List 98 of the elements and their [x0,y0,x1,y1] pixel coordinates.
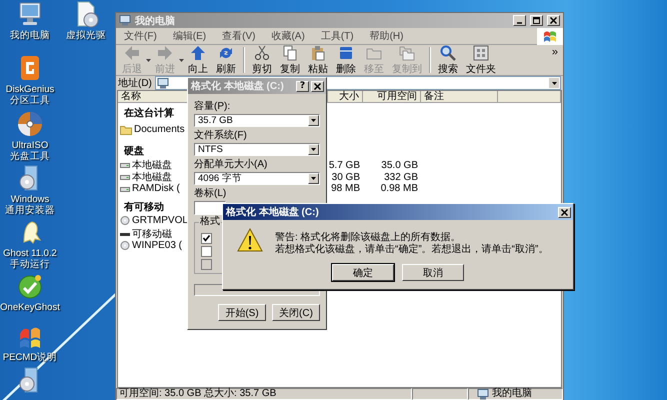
square-icon [338,44,354,60]
free-space-cell-text: 35.0 GB [380,160,419,170]
group-heading: 有可移动 [122,200,164,214]
close-button[interactable] [558,206,571,218]
menu-item[interactable]: 帮助(H) [362,29,412,43]
group-heading: 在这台计算 [122,106,174,120]
close-icon [314,82,321,90]
free-space-cell-text: 332 GB [383,172,419,183]
search-button[interactable]: 搜索 [434,45,462,75]
clipboard-icon [310,44,326,60]
field-label: 容量(P): [194,100,232,114]
size-cell-text: 98 MB [330,183,361,194]
field-label: 卷标(L) [194,187,228,201]
shortcut-label: UltraISO 光盘工具 [10,140,50,162]
drive-icon [120,173,130,182]
field-label: 分配单元大小(A) [194,158,268,172]
drive-icon [120,184,130,193]
dialog-title: 格式化 本地磁盘 (C:) [191,80,284,93]
size-cell-text: 30 GB [330,172,361,183]
item-name[interactable]: GRTMPVOL [132,214,188,226]
menu-item[interactable]: 工具(T) [312,29,362,43]
column-header[interactable]: 备注 [421,91,498,102]
scissors-icon [254,44,270,60]
group-label: 格式 [199,216,221,228]
toolbar-overflow[interactable]: » [548,45,561,59]
dialog-button[interactable]: 确定 [332,264,394,281]
drive-icon [120,161,130,169]
close-button[interactable] [311,80,324,92]
group-heading: 硬盘 [122,144,144,158]
close-button[interactable] [547,15,560,26]
warning-text: 警告: 格式化将删除该磁盘上的所有数据。 [275,232,462,244]
dialog-title: 格式化 本地磁盘 (C:) [226,206,319,219]
column-header[interactable]: 大小 [328,91,363,102]
copy-icon [282,44,298,60]
checkbox[interactable] [201,233,212,244]
menu-item[interactable]: 查看(V) [214,29,264,43]
shortcut-label: Ghost 11.0.2 手动运行 [3,248,57,270]
disc-icon[interactable] [16,110,44,138]
status-text: 可用空间: 35.0 GB 总大小: 35.7 GB [119,388,276,400]
warning-icon [237,228,263,252]
caret-icon [311,148,316,151]
dialog-button[interactable]: 关闭(C) [272,304,320,321]
arrow-up-icon [190,44,206,60]
computer-icon [119,15,131,26]
item-name[interactable]: 本地磁盘 [132,170,172,184]
folder-icon [120,124,132,134]
help-button[interactable]: ? [296,80,309,92]
menu-item[interactable]: 文件(F) [116,29,165,43]
folders-button[interactable]: 文件夹 [462,45,500,75]
maximize-icon [533,17,540,24]
delete-button[interactable]: 删除 [332,45,360,75]
item-name[interactable]: 本地磁盘 [132,158,172,172]
refresh-button[interactable]: 刷新 [212,45,240,75]
check-icon [202,234,211,243]
close-icon [550,17,557,24]
dialog-button[interactable]: 开始(S) [218,304,266,321]
address-label: 地址(D) [118,76,152,90]
window-title: 我的电脑 [135,14,176,28]
up-button[interactable]: 向上 [184,45,212,75]
search-icon [440,44,456,60]
item-name[interactable]: WINPE03 ( [132,240,182,251]
caret-icon [311,119,316,122]
shortcut-label: Windows 通用安装器 [5,194,55,216]
grid-icon [473,44,489,60]
copy-button[interactable]: 复制 [276,45,304,75]
warning-text: 若想格式化该磁盘，请单击“确定”。若想退出，请单击“取消”。 [275,244,548,256]
column-header[interactable]: 可用空间 [363,91,421,102]
disc-icon [120,216,130,225]
close-icon [561,208,568,216]
dropdown-field[interactable]: 4096 字节 [194,172,320,185]
status-location: 我的电脑 [492,388,532,400]
caret-icon [552,82,556,84]
dropdown-field[interactable]: 35.7 GB [194,114,320,127]
maximize-button[interactable] [530,15,543,26]
shortcut-label: 我的电脑 [10,30,50,41]
size-cell-text: 5.7 GB [328,160,361,170]
disc-icon [120,240,130,250]
item-name[interactable]: RAMDisk ( [132,183,180,194]
item-name[interactable]: 可移动磁 [132,226,172,241]
field-label: 文件系统(F) [194,129,248,143]
paste-button[interactable]: 粘贴 [304,45,332,75]
shortcut-label: OneKeyGhost [0,302,60,313]
minimize-button[interactable] [513,15,526,26]
checkbox[interactable] [201,246,212,257]
dropdown-field[interactable]: NTFS [194,143,320,156]
dialog-button[interactable]: 取消 [402,264,464,281]
computer-icon [156,78,169,88]
menu-item[interactable]: 编辑(E) [164,29,214,43]
menu-item[interactable]: 收藏(A) [263,29,313,43]
free-space-cell-text: 0.98 MB [380,183,419,194]
shortcut-label: 虚拟光驱 [66,30,106,41]
computer-icon [477,388,489,400]
item-name[interactable]: Documents [134,124,185,135]
flag-icon [543,30,557,42]
caret-icon [311,177,316,180]
shortcut-label: DiskGenius 分区工具 [6,84,54,106]
cut-button[interactable]: 剪切 [248,45,276,75]
round-app-icon[interactable] [16,272,44,300]
